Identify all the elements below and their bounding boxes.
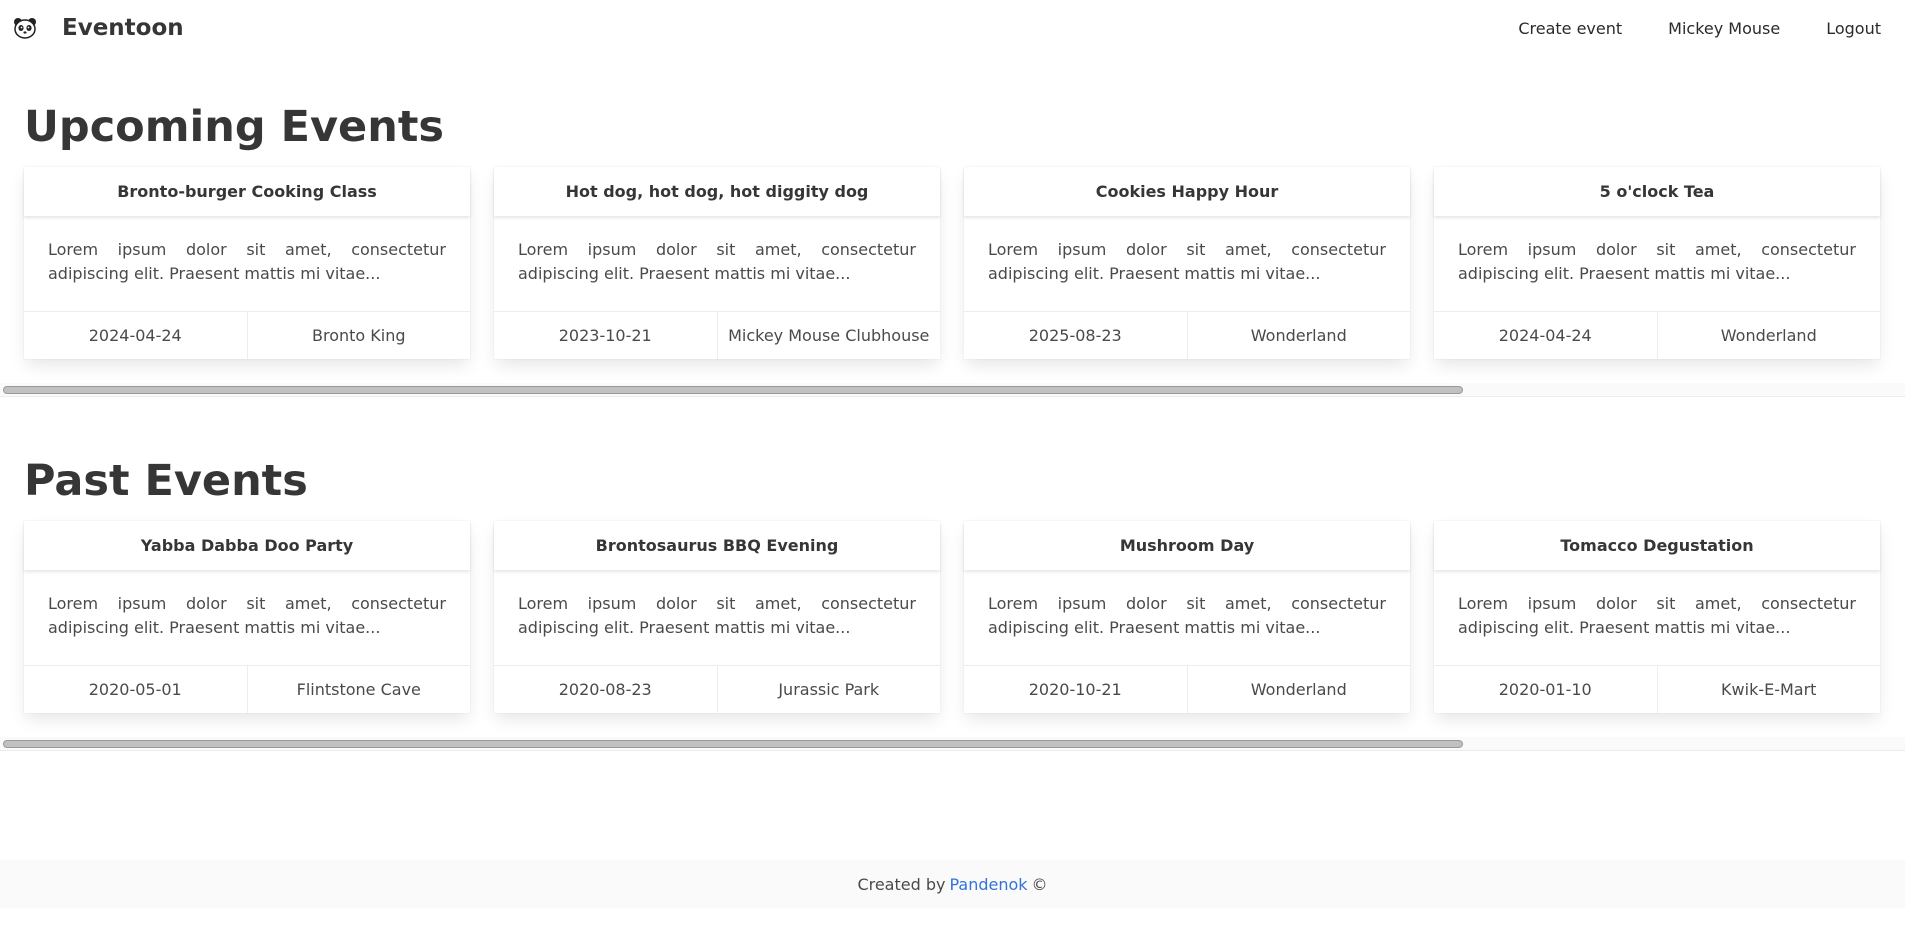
event-card-description: Lorem ipsum dolor sit amet, consectetur … <box>48 240 446 283</box>
logout-link[interactable]: Logout <box>1803 0 1893 56</box>
event-card-date: 2024-04-24 <box>88 326 182 345</box>
event-card-location: Flintstone Cave <box>246 666 471 713</box>
event-card-date: 2023-10-21 <box>558 326 652 345</box>
event-card-description: Lorem ipsum dolor sit amet, consectetur … <box>1458 594 1856 637</box>
past-events-title: Past Events <box>24 456 308 506</box>
past-events-carousel[interactable]: Yabba Dabba Doo Party Lorem ipsum dolor … <box>0 503 1905 751</box>
event-card-title[interactable]: Hot dog, hot dog, hot diggity dog <box>494 167 940 216</box>
event-card-location: Wonderland <box>1656 312 1881 359</box>
event-card-date: 2020-08-23 <box>558 680 652 699</box>
event-card-footer: 2020-05-01 Flintstone Cave <box>24 665 470 713</box>
horizontal-scrollbar[interactable] <box>0 383 1905 396</box>
event-card[interactable]: Cookies Happy Hour Lorem ipsum dolor sit… <box>964 167 1410 359</box>
event-card-location: Kwik-E-Mart <box>1656 666 1881 713</box>
event-card[interactable]: Tomacco Degustation Lorem ipsum dolor si… <box>1434 521 1880 713</box>
event-card-date: 2020-10-21 <box>1028 680 1122 699</box>
event-card[interactable]: Bronto-burger Cooking Class Lorem ipsum … <box>24 167 470 359</box>
event-card-title[interactable]: 5 o'clock Tea <box>1434 167 1880 216</box>
event-card[interactable]: Yabba Dabba Doo Party Lorem ipsum dolor … <box>24 521 470 713</box>
create-event-link[interactable]: Create event <box>1495 0 1645 56</box>
event-card-title[interactable]: Bronto-burger Cooking Class <box>24 167 470 216</box>
past-events-section: Past Events Yabba Dabba Doo Party Lorem … <box>0 397 1905 751</box>
upcoming-events-carousel[interactable]: Bronto-burger Cooking Class Lorem ipsum … <box>0 149 1905 397</box>
event-card-footer: 2023-10-21 Mickey Mouse Clubhouse <box>494 311 940 359</box>
event-card-footer: 2020-10-21 Wonderland <box>964 665 1410 713</box>
event-card-title[interactable]: Yabba Dabba Doo Party <box>24 521 470 570</box>
footer-created-by: Created by <box>857 874 946 894</box>
event-card[interactable]: Brontosaurus BBQ Evening Lorem ipsum dol… <box>494 521 940 713</box>
event-card-footer: 2020-08-23 Jurassic Park <box>494 665 940 713</box>
upcoming-events-title: Upcoming Events <box>24 102 444 152</box>
event-card-location: Jurassic Park <box>716 666 941 713</box>
scrollbar-thumb[interactable] <box>3 740 1463 748</box>
event-card-description: Lorem ipsum dolor sit amet, consectetur … <box>518 594 916 637</box>
page-footer: Created by Pandenok © <box>0 860 1905 908</box>
event-card-description: Lorem ipsum dolor sit amet, consectetur … <box>988 240 1386 283</box>
event-card-description: Lorem ipsum dolor sit amet, consectetur … <box>48 594 446 637</box>
event-card[interactable]: 5 o'clock Tea Lorem ipsum dolor sit amet… <box>1434 167 1880 359</box>
event-card-title[interactable]: Brontosaurus BBQ Evening <box>494 521 940 570</box>
brand-name[interactable]: Eventoon <box>62 15 184 41</box>
event-card-location: Wonderland <box>1186 666 1411 713</box>
scrollbar-thumb[interactable] <box>3 386 1463 394</box>
event-card-title[interactable]: Tomacco Degustation <box>1434 521 1880 570</box>
nav-menu: Create event Mickey Mouse Logout <box>1495 0 1893 56</box>
copyright-symbol: © <box>1031 874 1048 894</box>
event-card[interactable]: Mushroom Day Lorem ipsum dolor sit amet,… <box>964 521 1410 713</box>
event-card-footer: 2020-01-10 Kwik-E-Mart <box>1434 665 1880 713</box>
event-card-date: 2020-05-01 <box>88 680 182 699</box>
event-card-description: Lorem ipsum dolor sit amet, consectetur … <box>1458 240 1856 283</box>
event-card-title[interactable]: Mushroom Day <box>964 521 1410 570</box>
upcoming-events-section: Upcoming Events Bronto-burger Cooking Cl… <box>0 56 1905 397</box>
user-profile-link[interactable]: Mickey Mouse <box>1645 0 1803 56</box>
event-card-date: 2025-08-23 <box>1028 326 1122 345</box>
event-card-location: Wonderland <box>1186 312 1411 359</box>
horizontal-scrollbar[interactable] <box>0 737 1905 750</box>
event-card-description: Lorem ipsum dolor sit amet, consectetur … <box>988 594 1386 637</box>
event-card-footer: 2024-04-24 Bronto King <box>24 311 470 359</box>
event-card-footer: 2024-04-24 Wonderland <box>1434 311 1880 359</box>
event-card-location: Mickey Mouse Clubhouse <box>716 312 941 359</box>
event-card-location: Bronto King <box>246 312 471 359</box>
event-card[interactable]: Hot dog, hot dog, hot diggity dog Lorem … <box>494 167 940 359</box>
event-card-title[interactable]: Cookies Happy Hour <box>964 167 1410 216</box>
event-card-footer: 2025-08-23 Wonderland <box>964 311 1410 359</box>
event-card-description: Lorem ipsum dolor sit amet, consectetur … <box>518 240 916 283</box>
event-card-date: 2020-01-10 <box>1498 680 1592 699</box>
author-link[interactable]: Pandenok <box>949 875 1027 894</box>
navbar: Eventoon Create event Mickey Mouse Logou… <box>0 0 1905 56</box>
event-card-date: 2024-04-24 <box>1498 326 1592 345</box>
panda-icon[interactable] <box>12 15 38 41</box>
